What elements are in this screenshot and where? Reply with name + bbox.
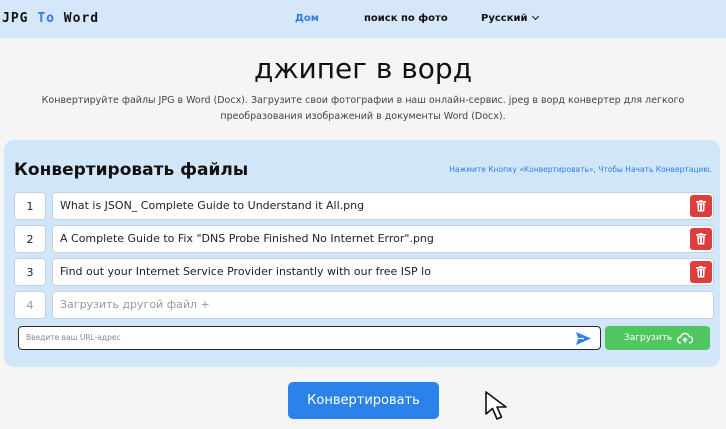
cloud-upload-icon [677,332,693,344]
converter-panel: Конвертировать файлы Нажмите Кнопку «Кон… [4,140,720,367]
upload-button-label: Загрузить [624,333,673,343]
file-number: 3 [14,258,46,286]
file-number: 4 [14,291,46,319]
converter-title: Конвертировать файлы [14,160,249,180]
send-icon[interactable] [576,332,591,345]
url-upload-row: Введите ваш URL-адрес Загрузить [18,326,710,352]
page-description: Конвертируйте файлы JPG в Word (Docx). З… [41,95,685,122]
convert-button[interactable]: Конвертировать [288,382,439,419]
delete-file-button[interactable] [690,261,712,283]
file-row: 3 Find out your Internet Service Provide… [14,258,714,286]
file-row: 2 A Complete Guide to Fix "DNS Probe Fin… [14,225,714,253]
trash-icon [696,233,706,245]
logo-part-to: To [37,11,55,26]
file-name: Find out your Internet Service Provider … [52,258,714,286]
upload-button[interactable]: Загрузить [605,326,710,350]
site-logo[interactable]: JPG To Word [2,11,99,26]
chevron-down-icon [531,12,539,21]
nav-link-home[interactable]: Дом [295,13,319,24]
language-selector[interactable]: Русский [481,12,539,24]
file-row: 1 What is JSON_ Complete Guide to Unders… [14,192,714,220]
logo-part-word: Word [54,11,100,26]
language-label: Русский [481,13,528,24]
file-number: 1 [14,192,46,220]
nav-link-photo-search[interactable]: поиск по фото [364,13,448,24]
trash-icon [696,266,706,278]
add-file-label: Загрузить другой файл + [52,291,714,319]
page-title: джипег в ворд [253,52,473,85]
top-nav: JPG To Word Дом поиск по фото Русский [0,0,726,38]
url-input[interactable]: Введите ваш URL-адрес [18,326,601,350]
add-file-row[interactable]: 4 Загрузить другой файл + [14,291,714,319]
file-number: 2 [14,225,46,253]
mouse-pointer-icon [485,391,507,420]
file-name: A Complete Guide to Fix "DNS Probe Finis… [52,225,714,253]
trash-icon [696,200,706,212]
delete-file-button[interactable] [690,195,712,217]
converter-hint: Нажмите Кнопку «Конвертировать», Чтобы Н… [449,165,712,174]
delete-file-button[interactable] [690,228,712,250]
file-name: What is JSON_ Complete Guide to Understa… [52,192,714,220]
logo-part-jpg: JPG [2,11,38,26]
